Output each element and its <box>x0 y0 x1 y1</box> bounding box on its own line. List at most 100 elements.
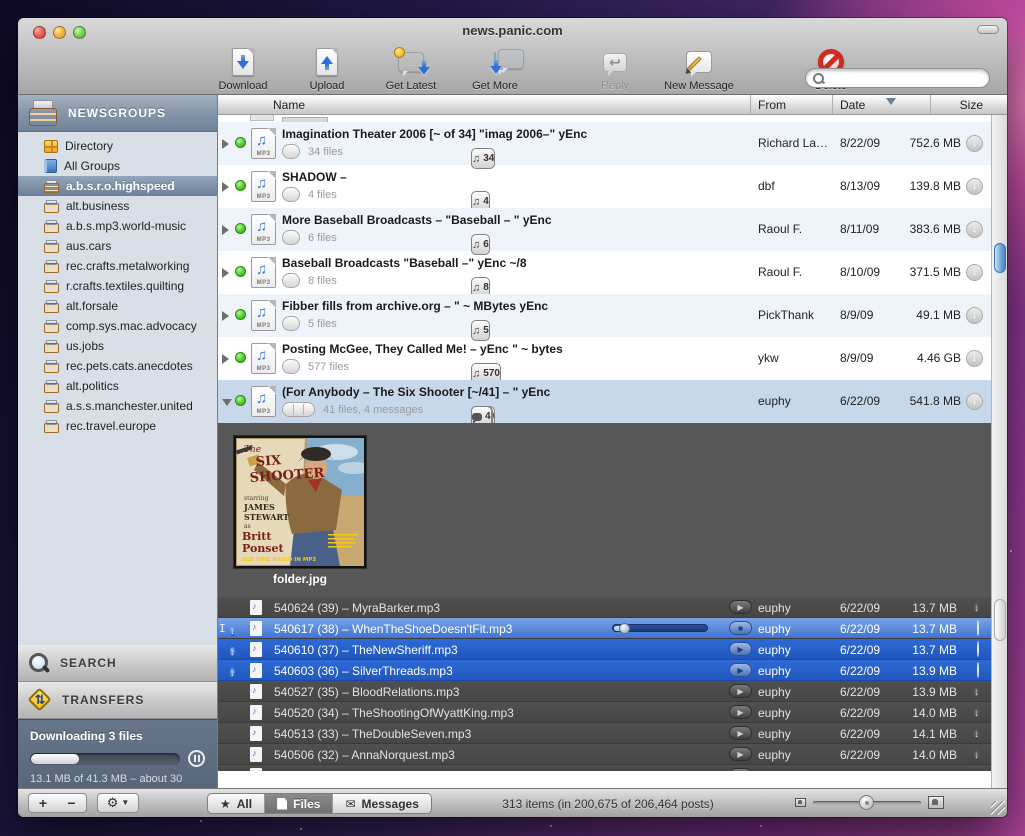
album-art-thumbnail[interactable]: The SIX SHOOTER starring JAMES STEWART a… <box>234 436 366 568</box>
file-row[interactable]: 540520 (34) – TheShootingOfWyattKing.mp3… <box>218 702 991 723</box>
sidebar-item-a-s-s-manchester-united[interactable]: a.s.s.manchester.united <box>18 396 217 416</box>
music-count: 570 <box>483 368 500 379</box>
sidebar-item-alt-business[interactable]: alt.business <box>18 196 217 216</box>
disclosure-open-icon[interactable] <box>222 399 232 406</box>
file-row[interactable]: 540429 (31) – RevengeAtHarnessCreek.mp3▶… <box>218 765 991 771</box>
play-button[interactable]: ▶ <box>729 768 752 771</box>
sidebar-item-a-b-s-mp3-world-music[interactable]: a.b.s.mp3.world-music <box>18 216 217 236</box>
thread-row[interactable]: ♫MP3SHADOW –♫44 filesdbf8/13/09139.8 MB↓ <box>218 165 991 208</box>
play-button[interactable]: ▶ <box>729 684 752 698</box>
play-button[interactable]: ▶ <box>729 642 752 656</box>
disclosure-closed-icon[interactable] <box>222 354 229 364</box>
toolbar-button-label: Get Latest <box>386 80 437 92</box>
pause-transfers-button[interactable] <box>188 750 205 767</box>
play-button[interactable]: ▶ <box>729 600 752 614</box>
disclosure-closed-icon[interactable] <box>222 139 229 149</box>
download-circle-button[interactable]: ↓ <box>966 135 983 152</box>
thread-row[interactable]: ♫MP3More Baseball Broadcasts – "Baseball… <box>218 208 991 251</box>
disclosure-closed-icon[interactable] <box>222 268 229 278</box>
search-input[interactable] <box>805 68 990 88</box>
filter-tab-messages[interactable]: ✉Messages <box>333 794 430 813</box>
thread-date: 8/9/09 <box>840 308 873 322</box>
mp3-doc-icon: ♫MP3 <box>251 386 276 417</box>
queued-download-icon[interactable]: ↓ <box>974 750 979 761</box>
resize-grip[interactable] <box>991 801 1005 815</box>
file-scrollbar[interactable]: ▲ ▼ <box>991 597 1007 788</box>
toolbar-button-get-more[interactable]: Get More <box>462 46 528 92</box>
sidebar-item-aus-cars[interactable]: aus.cars <box>18 236 217 256</box>
file-row[interactable]: ↓I540617 (38) – WhenTheShoeDoesn'tFit.mp… <box>218 618 991 639</box>
download-circle-button[interactable]: ↓ <box>966 393 983 410</box>
sidebar-item-rec-pets-cats-anecdotes[interactable]: rec.pets.cats.anecdotes <box>18 356 217 376</box>
slider-knob[interactable] <box>619 623 630 634</box>
toolbar-button-new-message[interactable]: New Message <box>666 46 732 92</box>
sidebar-item-rec-travel-europe[interactable]: rec.travel.europe <box>18 416 217 436</box>
file-row[interactable]: 540513 (33) – TheDoubleSeven.mp3▶euphy6/… <box>218 723 991 744</box>
play-button[interactable]: ▶ <box>729 726 752 740</box>
toolbar-pill-button[interactable] <box>977 25 999 34</box>
disclosure-closed-icon[interactable] <box>222 182 229 192</box>
thread-scrollbar-thumb[interactable] <box>994 243 1006 273</box>
thread-row[interactable]: ♫MP3(For Anybody – The Six Shooter [~/41… <box>218 380 991 423</box>
toolbar-button-download[interactable]: Download <box>210 46 276 92</box>
thread-row[interactable]: ♫MP3Posting McGee, They Called Me! – yEn… <box>218 337 991 380</box>
play-button[interactable]: ▶ <box>729 663 752 677</box>
add-button[interactable]: + <box>28 793 58 813</box>
column-header-size[interactable]: Size <box>960 98 983 112</box>
sidebar-item-us-jobs[interactable]: us.jobs <box>18 336 217 356</box>
filter-tab-files[interactable]: Files <box>265 794 333 813</box>
download-circle-button[interactable]: ↓ <box>966 350 983 367</box>
slider-track[interactable] <box>813 801 921 805</box>
titlebar[interactable]: news.panic.com <box>18 18 1007 42</box>
disclosure-closed-icon[interactable] <box>222 311 229 321</box>
thread-from: dbf <box>758 179 775 193</box>
toolbar-button-reply[interactable]: ↩Reply <box>582 46 648 92</box>
toolbar-button-upload[interactable]: Upload <box>294 46 360 92</box>
thumbnail-size-slider[interactable] <box>795 796 944 809</box>
play-button[interactable]: ▶ <box>729 705 752 719</box>
filter-tab-all[interactable]: ★All <box>208 794 265 813</box>
file-row[interactable]: ↓540610 (37) – TheNewSheriff.mp3▶euphy6/… <box>218 639 991 660</box>
remove-button[interactable]: − <box>57 793 87 813</box>
sidebar-item-all-groups[interactable]: All Groups <box>18 156 217 176</box>
sidebar-item-directory[interactable]: Directory <box>18 136 217 156</box>
sidebar-item-comp-sys-mac-advocacy[interactable]: comp.sys.mac.advocacy <box>18 316 217 336</box>
thread-scrollbar[interactable] <box>991 115 1007 597</box>
column-header-date[interactable]: Date <box>840 98 865 112</box>
download-circle-button[interactable]: ↓ <box>966 307 983 324</box>
file-row[interactable]: 540624 (39) – MyraBarker.mp3▶euphy6/22/0… <box>218 597 991 618</box>
sidebar-item-rec-crafts-metalworking[interactable]: rec.crafts.metalworking <box>18 256 217 276</box>
sidebar-item-alt-forsale[interactable]: alt.forsale <box>18 296 217 316</box>
queued-download-icon[interactable]: ↓ <box>974 708 979 719</box>
sidebar-item-a-b-s-r-o-highspeed[interactable]: a.b.s.r.o.highspeed <box>18 176 217 196</box>
file-row[interactable]: 540527 (35) – BloodRelations.mp3▶euphy6/… <box>218 681 991 702</box>
file-row[interactable]: 540506 (32) – AnnaNorquest.mp3▶euphy6/22… <box>218 744 991 765</box>
queued-download-icon[interactable]: ↓ <box>974 687 979 698</box>
queued-download-icon[interactable]: ↓ <box>974 729 979 740</box>
file-scrollbar-thumb[interactable] <box>994 599 1006 641</box>
sidebar-section-newsgroups[interactable]: NEWSGROUPS <box>18 95 217 132</box>
thread-row[interactable]: ♫MP3Baseball Broadcasts "Baseball –" yEn… <box>218 251 991 294</box>
thread-size: 4.46 GB <box>917 351 961 365</box>
sidebar-item-r-crafts-textiles-quilting[interactable]: r.crafts.textiles.quilting <box>18 276 217 296</box>
download-circle-button[interactable]: ↓ <box>966 264 983 281</box>
column-header-name[interactable]: Name <box>273 98 305 112</box>
stop-button[interactable]: ■ <box>729 621 752 635</box>
thread-size: 541.8 MB <box>910 394 961 408</box>
thread-row[interactable]: ♫MP3Imagination Theater 2006 [~ of 34] "… <box>218 122 991 165</box>
slider-knob[interactable] <box>859 795 874 810</box>
download-circle-button[interactable]: ↓ <box>966 221 983 238</box>
sidebar-section-search[interactable]: SEARCH <box>18 645 217 682</box>
disclosure-closed-icon[interactable] <box>222 225 229 235</box>
download-circle-button[interactable]: ↓ <box>966 178 983 195</box>
column-header-from[interactable]: From <box>758 98 786 112</box>
toolbar-button-get-latest[interactable]: Get Latest <box>378 46 444 92</box>
file-row[interactable]: ↓540603 (36) – SilverThreads.mp3▶euphy6/… <box>218 660 991 681</box>
playback-progress-slider[interactable] <box>612 624 708 632</box>
thread-row[interactable]: ♫MP3Fibber fills from archive.org – " ~ … <box>218 294 991 337</box>
sidebar-item-alt-politics[interactable]: alt.politics <box>18 376 217 396</box>
play-button[interactable]: ▶ <box>729 747 752 761</box>
sidebar-section-transfers[interactable]: ⇅ TRANSFERS <box>18 682 217 719</box>
action-gear-button[interactable]: ⚙▼ <box>97 793 139 813</box>
queued-download-icon[interactable]: ↓ <box>974 603 979 614</box>
